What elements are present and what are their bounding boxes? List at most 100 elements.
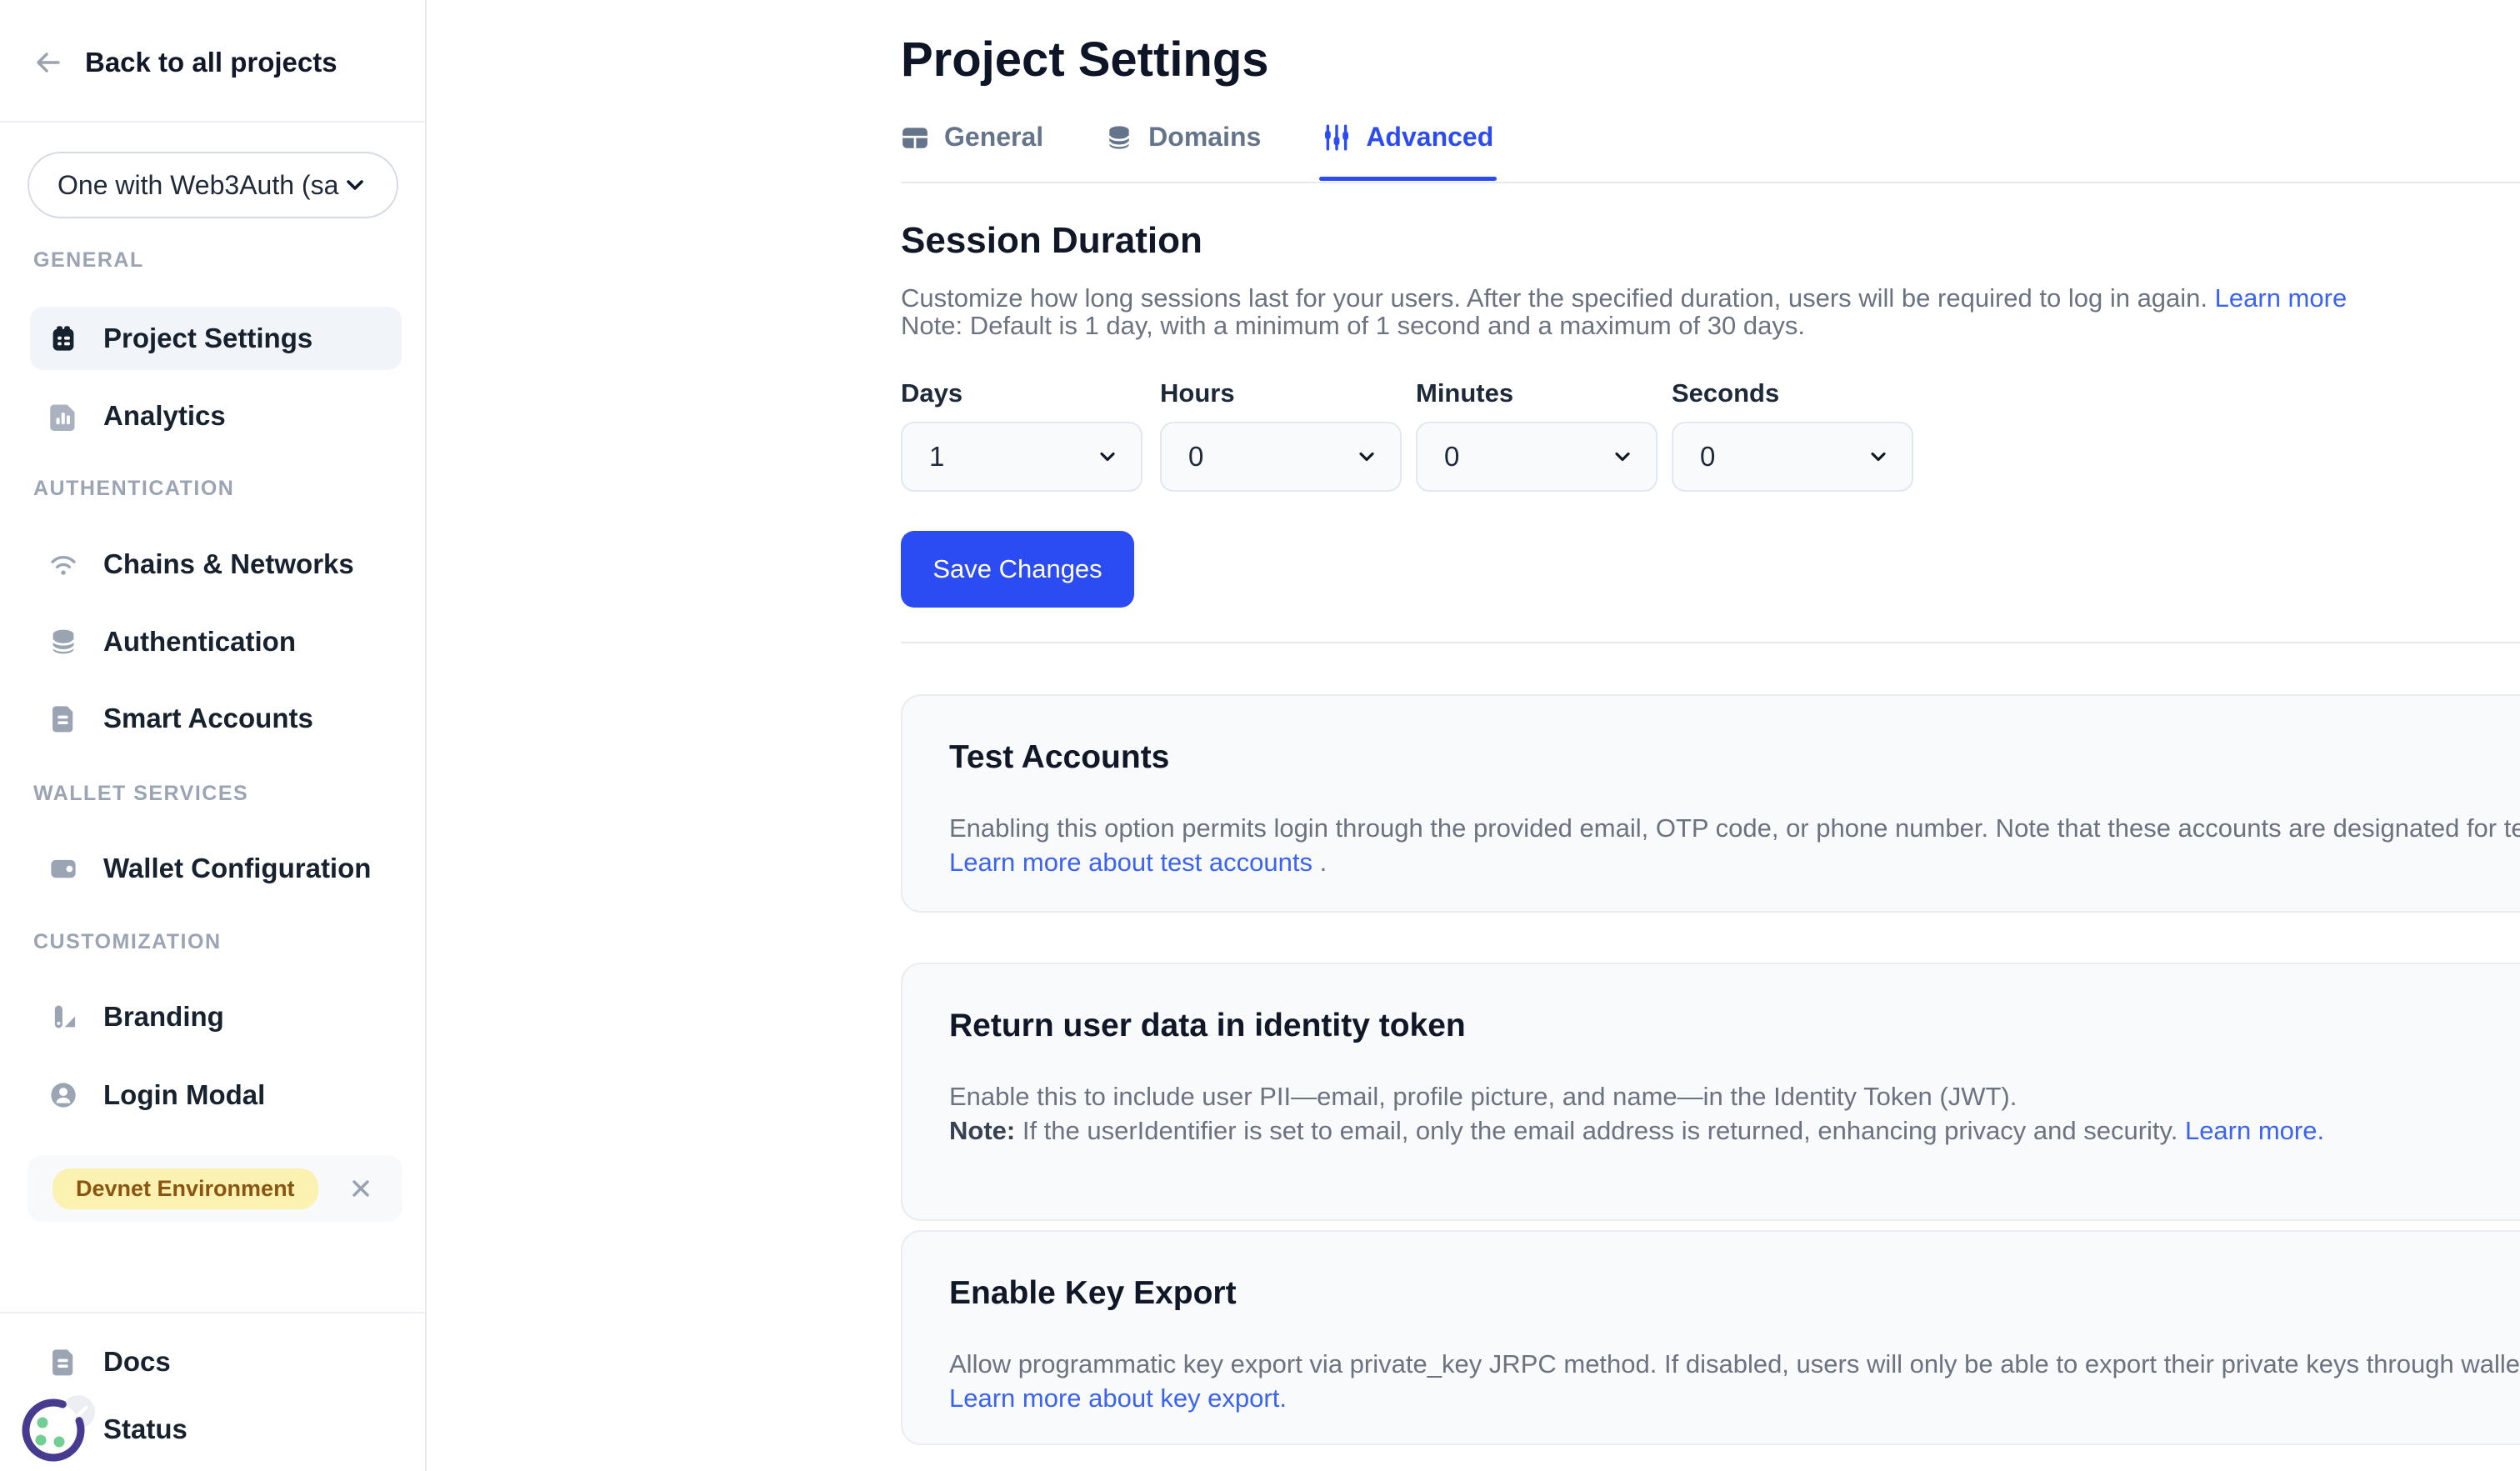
- sidebar-item-wallet-configuration[interactable]: Wallet Configuration: [30, 837, 402, 900]
- field-label-days: Days: [901, 377, 1142, 410]
- key-export-card: Enable Key Export Allow programmatic key…: [901, 1230, 2520, 1445]
- sidebar-divider: [0, 1312, 425, 1313]
- field-label-seconds: Seconds: [1672, 377, 1913, 410]
- database-icon: [1105, 123, 1133, 152]
- field-days: Days 1: [901, 377, 1142, 492]
- chevron-down-icon: [1355, 445, 1378, 468]
- sidebar-item-branding[interactable]: Branding: [30, 985, 402, 1048]
- card-line1: Enable this to include user PII—email, p…: [949, 1079, 2520, 1113]
- wallet-icon: [48, 853, 78, 883]
- card-body: Enable this to include user PII—email, p…: [949, 1079, 2520, 1148]
- chevron-down-icon: [1096, 445, 1119, 468]
- card-body-suffix: .: [1312, 848, 1327, 877]
- field-hours: Hours 0: [1160, 377, 1402, 492]
- session-description-text: Customize how long sessions last for you…: [901, 283, 2208, 313]
- card-title: Test Accounts: [949, 739, 2520, 776]
- card-body-text: Enabling this option permits login throu…: [949, 813, 2520, 843]
- sidebar-item-label: Chains & Networks: [103, 548, 354, 580]
- tab-label: Domains: [1148, 122, 1261, 153]
- hours-select[interactable]: 0: [1160, 422, 1402, 492]
- chevron-down-icon: [1611, 445, 1634, 468]
- minutes-value: 0: [1444, 441, 1459, 473]
- cookie-consent-icon[interactable]: [15, 1385, 108, 1470]
- card-line1: Allow programmatic key export via privat…: [949, 1347, 2520, 1381]
- identity-token-learn-more-link[interactable]: Learn more.: [2185, 1116, 2324, 1145]
- field-minutes: Minutes 0: [1416, 377, 1658, 492]
- sidebar-item-label: Docs: [103, 1346, 171, 1378]
- days-select[interactable]: 1: [901, 422, 1142, 492]
- seconds-value: 0: [1700, 441, 1715, 473]
- close-icon[interactable]: [348, 1175, 374, 1202]
- section-label-wallet-services: WALLET SERVICES: [33, 782, 248, 806]
- wifi-icon: [48, 549, 78, 579]
- learn-more-link[interactable]: Learn more: [2215, 283, 2348, 313]
- sidebar-item-label: Analytics: [103, 400, 226, 432]
- section-divider: [901, 642, 2520, 643]
- sidebar: Back to all projects One with Web3Auth (…: [0, 0, 427, 1471]
- sidebar-item-label: Smart Accounts: [103, 703, 313, 734]
- sidebar-divider: [0, 121, 425, 123]
- back-label: Back to all projects: [85, 47, 338, 78]
- section-label-general: GENERAL: [33, 248, 144, 273]
- sidebar-item-login-modal[interactable]: Login Modal: [30, 1063, 402, 1127]
- tab-label: Advanced: [1366, 122, 1493, 153]
- save-changes-button[interactable]: Save Changes: [901, 531, 1134, 608]
- field-seconds: Seconds 0: [1672, 377, 1913, 492]
- sidebar-item-label: Authentication: [103, 626, 296, 658]
- key-export-learn-more-link[interactable]: Learn more about key export.: [949, 1381, 2520, 1415]
- note-label: Note:: [901, 311, 962, 340]
- session-duration-heading: Session Duration: [901, 220, 1202, 262]
- tab-label: General: [944, 122, 1043, 153]
- project-selector-value: One with Web3Auth (sap: [58, 170, 339, 201]
- arrow-left-icon: [33, 48, 63, 78]
- identity-token-card: Return user data in identity token Enabl…: [901, 963, 2520, 1221]
- devnet-badge: Devnet Environment: [52, 1168, 318, 1209]
- sidebar-item-analytics[interactable]: Analytics: [30, 384, 402, 448]
- app-root: Back to all projects One with Web3Auth (…: [0, 0, 2520, 1471]
- card-line2: Note: If the userIdentifier is set to em…: [949, 1113, 2520, 1148]
- bar-chart-icon: [48, 401, 78, 431]
- brand-shapes-icon: [48, 1002, 78, 1032]
- card-title: Return user data in identity token: [949, 1008, 2520, 1044]
- database-icon: [48, 627, 78, 657]
- section-label-authentication: AUTHENTICATION: [33, 477, 234, 501]
- card-title: Enable Key Export: [949, 1275, 2520, 1312]
- seconds-select[interactable]: 0: [1672, 422, 1913, 492]
- card-body: Enabling this option permits login throu…: [949, 811, 2520, 879]
- session-note: Note: Default is 1 day, with a minimum o…: [901, 309, 1805, 343]
- sliders-icon: [1322, 123, 1351, 152]
- test-accounts-learn-more-link[interactable]: Learn more about test accounts: [949, 848, 1312, 877]
- hours-value: 0: [1188, 441, 1203, 473]
- section-label-customization: CUSTOMIZATION: [33, 930, 222, 954]
- sidebar-item-label: Project Settings: [103, 323, 312, 354]
- minutes-select[interactable]: 0: [1416, 422, 1658, 492]
- table-cells-icon: [901, 123, 929, 152]
- document-icon: [48, 703, 78, 733]
- main-content: Project Settings General Domains: [427, 0, 2520, 1471]
- sidebar-item-label: Status: [103, 1413, 188, 1445]
- sidebar-item-docs[interactable]: Docs: [30, 1330, 402, 1393]
- tab-domains[interactable]: Domains: [1105, 122, 1261, 179]
- sidebar-item-smart-accounts[interactable]: Smart Accounts: [30, 687, 402, 750]
- tabs-border: [901, 182, 2520, 183]
- tab-advanced[interactable]: Advanced: [1322, 122, 1493, 179]
- project-selector-dropdown[interactable]: One with Web3Auth (sap: [28, 152, 398, 218]
- sidebar-item-project-settings[interactable]: Project Settings: [30, 307, 402, 370]
- back-to-projects-button[interactable]: Back to all projects: [33, 38, 338, 88]
- field-label-minutes: Minutes: [1416, 377, 1658, 410]
- sidebar-item-authentication[interactable]: Authentication: [30, 610, 402, 673]
- sidebar-item-label: Branding: [103, 1001, 224, 1033]
- sidebar-item-chains-networks[interactable]: Chains & Networks: [30, 533, 402, 596]
- chevron-down-icon: [342, 172, 368, 198]
- chevron-down-icon: [1867, 445, 1890, 468]
- clipboard-icon: [48, 323, 78, 353]
- page-title: Project Settings: [901, 32, 1269, 88]
- user-circle-icon: [48, 1080, 78, 1110]
- card-body: Allow programmatic key export via privat…: [949, 1347, 2520, 1415]
- tab-bar: General Domains Advanced: [901, 122, 1493, 179]
- sidebar-item-label: Login Modal: [103, 1079, 265, 1111]
- note-text: Default is 1 day, with a minimum of 1 se…: [962, 311, 1805, 340]
- field-label-hours: Hours: [1160, 377, 1402, 410]
- sidebar-item-label: Wallet Configuration: [103, 853, 371, 884]
- tab-general[interactable]: General: [901, 122, 1043, 179]
